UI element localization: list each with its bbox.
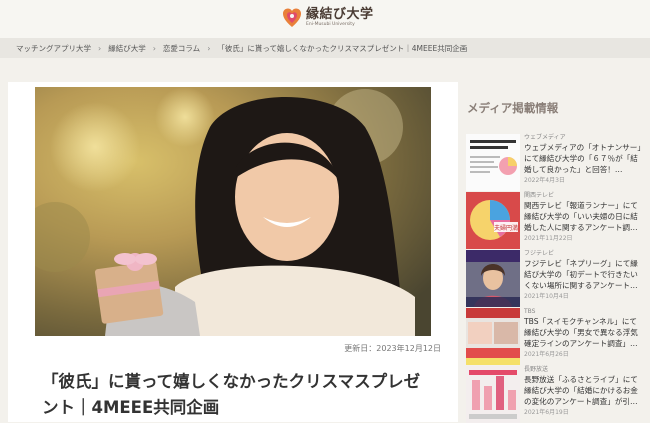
breadcrumb-item-column[interactable]: 恋愛コラム: [163, 43, 200, 54]
chevron-right-icon: ›: [207, 43, 211, 53]
breadcrumb: マッチングアプリ大学 › 縁結び大学 › 恋愛コラム › 「彼氏」に貰って嬉しく…: [0, 38, 650, 58]
media-source: フジテレビ: [524, 250, 555, 257]
media-text: 関西テレビ「報道ランナー」にて縁結び大学の「いい夫婦の日に結婚した人に関するアン…: [524, 201, 638, 232]
media-source: 関西テレビ: [524, 192, 555, 199]
media-date: 2021年10月4日: [524, 293, 569, 300]
media-text: ウェブメディアの「オトナンサー」にて縁結び大学の「６７％が「結婚して良かった」と…: [524, 143, 642, 174]
updated-date: 更新日：2023年12月12日: [344, 344, 441, 353]
media-source: ウェブメディア: [524, 134, 566, 141]
breadcrumb-item-enmusubi[interactable]: 縁結び大学: [108, 43, 146, 54]
article-hero-image: [35, 87, 431, 336]
media-source: TBS: [524, 308, 536, 315]
media-item[interactable]: 夫婦円満 関西テレビ 関西テレビ「報道ランナー」にて縁結び大学の「いい夫婦の日に…: [466, 192, 650, 249]
site-logo[interactable]: 縁結び大学 Eni-Musubi University: [282, 7, 374, 29]
media-thumbnail: [466, 366, 520, 423]
chevron-right-icon: ›: [152, 43, 156, 53]
media-text: TBS「スイモクチャンネル」にて縁結び大学の「男女で異なる浮気確定ラインのアンケ…: [524, 317, 638, 348]
media-source: 長野放送: [524, 366, 549, 373]
media-item[interactable]: TBS TBS「スイモクチャンネル」にて縁結び大学の「男女で異なる浮気確定ライン…: [466, 308, 650, 365]
media-item[interactable]: 長野放送 長野放送「ふるさとライブ」にて縁結び大学の「結婚にかけるお金の変化のア…: [466, 366, 650, 423]
media-thumbnail: [466, 250, 520, 307]
media-text: 長野放送「ふるさとライブ」にて縁結び大学の「結婚にかけるお金の変化のアンケート調…: [524, 375, 638, 406]
media-sidebar: メディア掲載情報 ウェブメディア ウェブメディアの「オトナンサー」にて縁結び大学…: [466, 82, 650, 423]
chevron-right-icon: ›: [98, 43, 102, 53]
breadcrumb-item-current: 「彼氏」に貰って嬉しくなかったクリスマスプレゼント｜4MEEE共同企画: [217, 43, 468, 53]
sidebar-heading: メディア掲載情報: [467, 101, 559, 115]
thumbnail-label: 夫婦円満: [494, 224, 518, 232]
media-date: 2021年6月26日: [524, 351, 569, 358]
media-date: 2021年6月19日: [524, 409, 569, 416]
media-thumbnail: [466, 308, 520, 365]
media-thumbnail: [466, 134, 520, 191]
breadcrumb-item-matching-app[interactable]: マッチングアプリ大学: [16, 43, 91, 54]
media-text: フジテレビ「ネプリーグ」にて縁結び大学の「初デートで行きたいくない場所に関するア…: [524, 259, 638, 290]
heart-logo-icon: [283, 8, 301, 27]
media-date: 2022年4月3日: [524, 177, 565, 184]
logo-subtitle: Eni-Musubi University: [306, 22, 355, 27]
logo-title: 縁結び大学: [306, 7, 374, 22]
media-date: 2021年11月22日: [524, 235, 573, 242]
media-item[interactable]: フジテレビ フジテレビ「ネプリーグ」にて縁結び大学の「初デートで行きたいくない場…: [466, 250, 650, 307]
article-title: 「彼氏」に貰って嬉しくなかったクリスマスプレゼント｜4MEEE共同企画: [42, 372, 421, 417]
site-header: 縁結び大学 Eni-Musubi University: [0, 0, 650, 38]
media-thumbnail: 夫婦円満: [466, 192, 520, 249]
media-item[interactable]: ウェブメディア ウェブメディアの「オトナンサー」にて縁結び大学の「６７％が「結婚…: [466, 134, 650, 191]
article-card: 更新日：2023年12月12日 「彼氏」に貰って嬉しくなかったクリスマスプレゼン…: [8, 82, 458, 422]
